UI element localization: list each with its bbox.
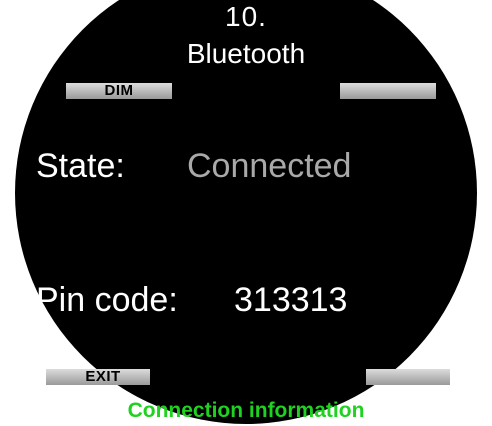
- softkey-top-right-button[interactable]: [340, 83, 436, 99]
- menu-number: 10.: [225, 1, 267, 32]
- state-value: Connected: [187, 147, 352, 185]
- pin-code-value: 313313: [234, 281, 348, 319]
- softkey-dim-label: DIM: [104, 82, 134, 99]
- dive-computer-screen: 10. Bluetooth DIM State: Connected Pin c…: [0, 0, 492, 426]
- state-label: State:: [36, 147, 125, 185]
- pin-code-label: Pin code:: [36, 281, 178, 319]
- menu-title: Bluetooth: [186, 38, 306, 69]
- softkey-bottom-right-button[interactable]: [366, 369, 450, 385]
- softkey-exit-label: EXIT: [85, 368, 121, 385]
- screen-description: Connection information: [127, 399, 365, 422]
